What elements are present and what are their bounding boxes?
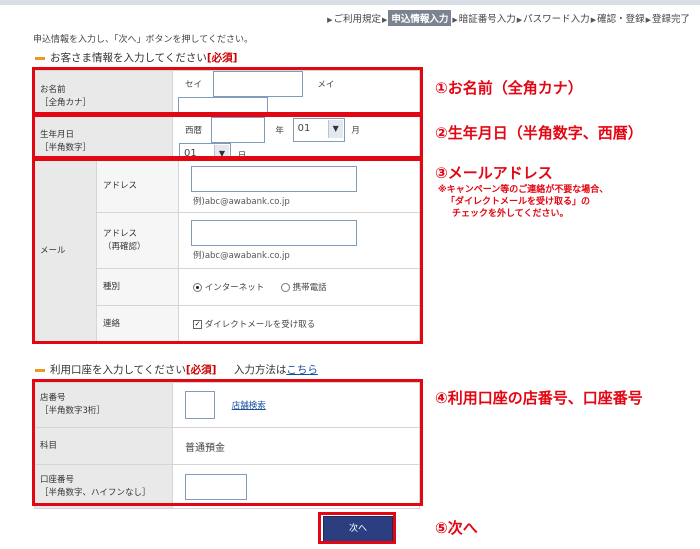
step-indicator: ▶ご利用規定▶ 申込情報入力 ▶暗証番号入力▶パスワード入力▶確認・登録▶登録完了 xyxy=(326,10,690,26)
note-line-2: 「ダイレクトメールを受け取る」の xyxy=(446,197,591,208)
step-application-info: 申込情報入力 xyxy=(388,10,452,26)
step-arrow-icon: ▶ xyxy=(327,16,333,24)
step-arrow-icon: ▶ xyxy=(381,16,388,24)
annotation-name: ①お名前（全角カナ） xyxy=(435,79,583,97)
annotation-birth: ②生年月日（半角数字、西暦） xyxy=(435,124,643,142)
step-password: パスワード入力 xyxy=(523,14,590,25)
note-line-3: チェックを外してください。 xyxy=(452,209,569,220)
highlight-name xyxy=(32,67,423,115)
step-arrow-icon: ▶ xyxy=(516,16,523,24)
bullet-icon xyxy=(35,368,45,372)
method-link[interactable]: こちら xyxy=(286,364,318,376)
step-arrow-icon: ▶ xyxy=(590,16,597,24)
required-badge: [必須] xyxy=(206,52,238,64)
highlight-next xyxy=(318,512,396,544)
annotation-account: ④利用口座の店番号、口座番号 xyxy=(435,389,643,407)
section-title: お客さま情報を入力してください xyxy=(50,52,207,64)
step-confirm: 確認・登録 xyxy=(597,14,645,25)
highlight-mail xyxy=(32,158,423,344)
bullet-icon xyxy=(35,56,45,60)
section-customer-header: お客さま情報を入力してください[必須] xyxy=(35,50,237,65)
top-border xyxy=(0,0,700,5)
intro-text: 申込情報を入力し、「次へ」ボタンを押してください。 xyxy=(33,35,253,45)
highlight-birth xyxy=(32,114,423,159)
annotation-next: ⑤次へ xyxy=(435,519,478,537)
step-terms: ご利用規定 xyxy=(333,14,381,25)
step-pin: 暗証番号入力 xyxy=(458,14,516,25)
annotation-mail-note: ※キャンペーン等のご連絡が不要な場合、 「ダイレクトメールを受け取る」の チェッ… xyxy=(438,184,608,220)
method-text: 入力方法は xyxy=(233,364,287,376)
step-arrow-icon: ▶ xyxy=(645,16,651,24)
section-title: 利用口座を入力してください xyxy=(50,364,186,376)
step-complete: 登録完了 xyxy=(651,14,690,25)
highlight-account xyxy=(32,379,423,506)
annotation-mail: ③メールアドレス xyxy=(435,164,553,182)
note-line-1: ※キャンペーン等のご連絡が不要な場合、 xyxy=(438,185,609,195)
step-arrow-icon: ▶ xyxy=(452,16,458,24)
required-badge: [必須] xyxy=(185,364,217,376)
section-account-header: 利用口座を入力してください[必須] 入力方法はこちら xyxy=(35,362,318,377)
